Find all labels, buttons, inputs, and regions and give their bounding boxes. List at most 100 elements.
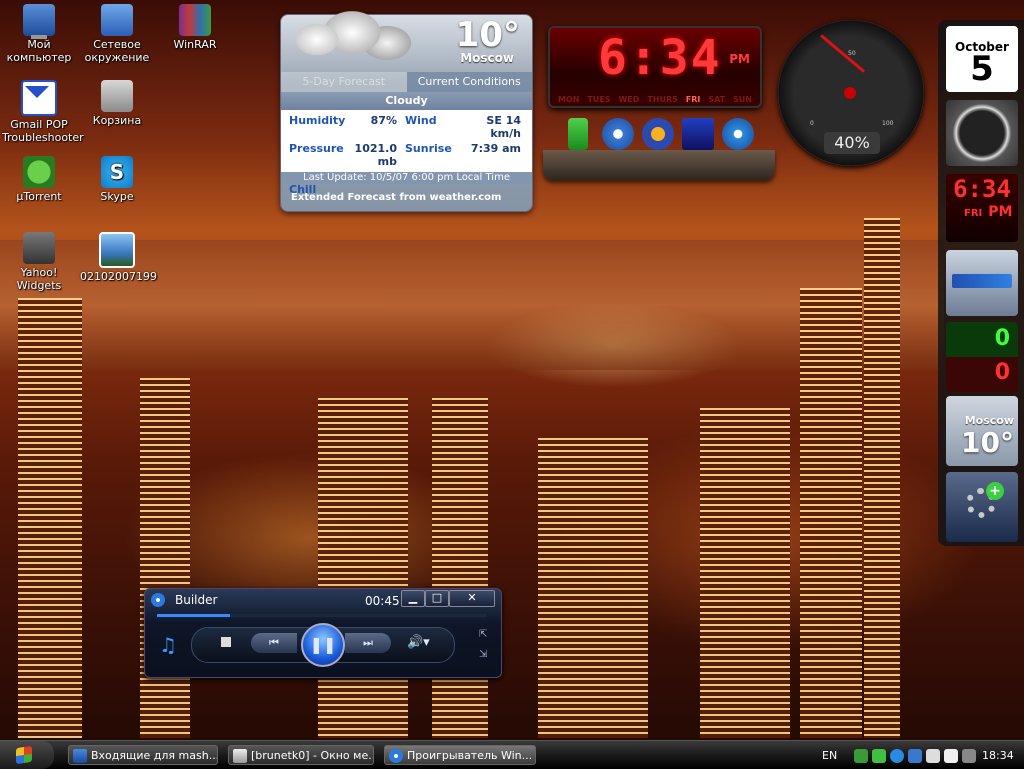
next-button[interactable]: ⏭ xyxy=(345,633,391,653)
sidebar-calendar[interactable]: October 5 xyxy=(946,26,1018,92)
media-player-titlebar[interactable]: Builder 00:45 ▁ □ ✕ xyxy=(145,589,501,611)
plus-icon: + xyxy=(986,482,1004,500)
desktop-icon-label: 02102007199 xyxy=(80,270,157,283)
network-tray-icon[interactable] xyxy=(854,749,868,763)
sidebar-clock-day: FRI xyxy=(964,208,983,219)
launcher-media-player-icon[interactable] xyxy=(722,118,754,150)
start-button[interactable] xyxy=(0,741,54,769)
weather-city: Moscow xyxy=(460,51,514,65)
minimize-button[interactable]: ▁ xyxy=(401,590,425,607)
close-button[interactable]: ✕ xyxy=(449,590,495,607)
image-file-icon xyxy=(99,232,135,268)
seek-bar-fill xyxy=(157,614,230,617)
sidebar-clock-time: 6:34 xyxy=(953,175,1011,203)
skype-tray-icon[interactable] xyxy=(890,749,904,763)
sidebar-counter[interactable]: 0 0 xyxy=(946,322,1018,392)
desktop-icon-recycle-bin[interactable]: Корзина xyxy=(80,80,154,127)
desktop-icon-label: Yahoo! Widgets xyxy=(16,266,62,292)
desktop-icon-label: Корзина xyxy=(92,114,142,127)
skype-icon: S xyxy=(101,156,133,188)
launcher-drink-icon[interactable] xyxy=(568,118,588,150)
day-label: MON xyxy=(558,95,580,104)
weather-panel: Cloudy Humidity 87% Wind SE 14 km/h Pres… xyxy=(281,92,532,196)
pressure-value: 1021.0 mb xyxy=(354,142,397,168)
volume-tray-icon[interactable] xyxy=(926,749,940,763)
launcher-thunderbird-icon[interactable] xyxy=(642,118,674,150)
winrar-icon xyxy=(179,4,211,36)
counter-green: 0 xyxy=(994,326,1010,351)
sidebar-launcher[interactable] xyxy=(946,250,1018,316)
desktop-icon-label: µTorrent xyxy=(16,190,62,203)
launcher-maxthon-icon[interactable] xyxy=(602,118,634,150)
desktop-icon-skype[interactable]: S Skype xyxy=(80,156,154,203)
pause-button[interactable]: ❚❚ xyxy=(301,623,345,667)
skyline-tower xyxy=(800,288,862,738)
mail-icon xyxy=(21,80,57,116)
gauge-needle xyxy=(820,34,865,73)
weather-widget[interactable]: 10° Moscow 5-Day Forecast Current Condit… xyxy=(275,1,533,212)
taskbar-button-media-player[interactable]: Проигрыватель Win... xyxy=(384,745,536,765)
switch-to-full-icon[interactable]: ⇱ xyxy=(479,629,487,640)
taskbar-button-mail[interactable]: Входящие для mash... xyxy=(68,745,218,765)
launcher-floppy-icon[interactable] xyxy=(682,118,714,150)
sidebar-add-widget[interactable]: + xyxy=(946,472,1018,542)
taskbar-button-label: Проигрыватель Win... xyxy=(407,749,533,762)
elapsed-time: 00:45 xyxy=(365,594,400,608)
weather-last-update: Last Update: 10/5/07 6:00 pm Local Time xyxy=(281,172,532,184)
extended-forecast-link[interactable]: Extended Forecast from weather.com xyxy=(291,192,501,203)
restore-icon[interactable]: ⇲ xyxy=(479,649,487,660)
taskbar-clock[interactable]: 18:34 xyxy=(982,749,1014,762)
tab-5-day-forecast[interactable]: 5-Day Forecast xyxy=(281,72,407,92)
taskbar-button-chat[interactable]: [brunetk0] - Окно ме... xyxy=(228,745,374,765)
taskbar-button-label: Входящие для mash... xyxy=(91,749,218,762)
day-label: THURS xyxy=(647,95,678,104)
digital-clock-widget[interactable]: 6:34 PM MON TUES WED THURS FRI SAT SUN xyxy=(548,26,762,108)
desktop-icon-label: WinRAR xyxy=(173,38,217,51)
sidebar-weather[interactable]: Moscow 10° xyxy=(946,396,1018,466)
sunrise-value: 7:39 am xyxy=(470,142,521,155)
seek-bar[interactable] xyxy=(157,614,487,617)
stop-button[interactable] xyxy=(221,637,231,647)
maximize-button[interactable]: □ xyxy=(425,590,449,607)
counter-red: 0 xyxy=(994,360,1010,385)
cpu-gauge-widget[interactable]: 0 50 100 40% xyxy=(778,20,924,166)
desktop-icon-network[interactable]: Сетевое окружение xyxy=(80,4,154,64)
desktop-icon-winrar[interactable]: WinRAR xyxy=(158,4,232,51)
skyline-tower xyxy=(18,298,82,738)
desktop-icon-my-computer[interactable]: Мой компьютер xyxy=(2,4,76,64)
desktop-icon-gmail-pop[interactable]: Gmail POP Troubleshooter xyxy=(2,80,84,144)
previous-button[interactable]: ⏮ xyxy=(251,633,297,653)
media-player-icon xyxy=(151,593,165,607)
skyline-tower xyxy=(318,398,408,738)
skyline-tower xyxy=(700,408,790,738)
gauge-tick-label: 0 xyxy=(810,120,814,127)
volume-icon[interactable]: 🔊▾ xyxy=(407,635,430,650)
desktop-icon-utorrent[interactable]: µTorrent xyxy=(2,156,76,203)
sidebar-clock-ampm: PM xyxy=(988,204,1013,220)
skyline-tower xyxy=(538,438,648,738)
utorrent-tray-icon[interactable] xyxy=(872,749,886,763)
day-label: TUES xyxy=(587,95,611,104)
messenger-tray-icon[interactable] xyxy=(908,749,922,763)
wind-label: Wind xyxy=(405,114,437,127)
track-title: Builder xyxy=(175,593,218,607)
gauge-tick-label: 100 xyxy=(882,120,894,127)
language-indicator[interactable]: EN xyxy=(822,749,837,762)
day-label-active: FRI xyxy=(685,95,701,104)
day-label: WED xyxy=(618,95,640,104)
sidebar-clock[interactable]: 6:34 FRI PM xyxy=(946,174,1018,242)
desktop-icon-label: Gmail POP Troubleshooter xyxy=(2,118,84,144)
sidebar-clock-day-line: FRI PM xyxy=(946,204,1018,220)
calendar-day: 5 xyxy=(970,49,994,89)
desktop-icon-image-file[interactable]: 02102007199 xyxy=(80,232,157,283)
sidebar-gauge[interactable] xyxy=(946,100,1018,166)
taskbar-button-label: [brunetk0] - Окно ме... xyxy=(251,749,374,762)
humidity-label: Humidity xyxy=(289,114,346,127)
calendar-tray-icon[interactable] xyxy=(944,749,958,763)
chat-window-icon xyxy=(233,749,247,763)
yahoo-widgets-icon xyxy=(23,232,55,264)
media-player-window[interactable]: Builder 00:45 ▁ □ ✕ ♫ ⏮ ❚❚ ⏭ 🔊▾ ⇱ ⇲ xyxy=(144,588,502,678)
tab-current-conditions[interactable]: Current Conditions xyxy=(406,72,532,92)
desktop-icon-yahoo-widgets[interactable]: Yahoo! Widgets xyxy=(2,232,76,292)
widgets-tray-icon[interactable] xyxy=(962,749,976,763)
